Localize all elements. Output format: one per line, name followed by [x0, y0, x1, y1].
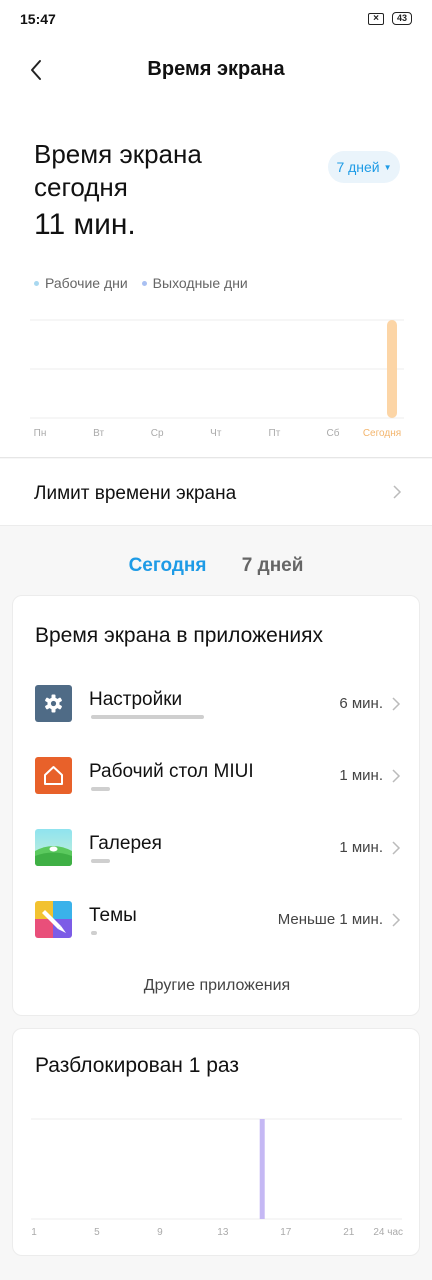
- x-tick-label: 17: [280, 1227, 292, 1238]
- chart-legend: Рабочие дни Выходные дни: [34, 275, 248, 291]
- chevron-right-icon: [392, 697, 401, 711]
- period-tabs: Сегодня 7 дней: [0, 555, 432, 577]
- x-tick-label: Сегодня: [363, 428, 401, 439]
- themes-brush-icon: [35, 901, 72, 938]
- app-time: 6 мин.: [339, 695, 383, 712]
- weekly-usage-chart: Пн Вт Ср Чт Пт Сб Сегодня: [30, 319, 404, 439]
- summary-title-line2: сегодня: [34, 172, 128, 202]
- app-time: Меньше 1 мин.: [277, 911, 383, 928]
- app-time: 1 мин.: [339, 839, 383, 856]
- status-icons: × 43: [367, 12, 412, 25]
- unlocks-hourly-chart: 1 5 9 13 17 21 24 часа: [31, 1118, 403, 1238]
- app-time: 1 мин.: [339, 767, 383, 784]
- unlocks-title: Разблокирован 1 раз: [35, 1054, 239, 1077]
- screen-time-value: 11 мин.: [34, 208, 136, 241]
- screen-time-limit-row[interactable]: Лимит времени экрана: [0, 459, 432, 526]
- status-bar: 15:47 × 43: [0, 0, 432, 40]
- usage-bar: [91, 931, 97, 935]
- legend-workdays-label: Рабочие дни: [45, 275, 128, 291]
- chevron-right-icon: [392, 913, 401, 927]
- x-tick-label: Сб: [327, 427, 340, 439]
- unlock-bar: [259, 1119, 265, 1219]
- battery-icon: 43: [391, 12, 412, 25]
- app-row-launcher[interactable]: Рабочий стол MIUI 1 мин.: [13, 757, 421, 829]
- app-row-settings[interactable]: Настройки 6 мин.: [13, 685, 421, 757]
- bar-Сегодня: [387, 320, 397, 418]
- x-tick-label: 24 часа: [373, 1227, 403, 1238]
- summary-title: Время экрана сегодня: [34, 138, 202, 204]
- x-tick-label: 13: [217, 1227, 229, 1238]
- legend-weekends-label: Выходные дни: [152, 275, 248, 291]
- chevron-right-icon: [393, 485, 402, 499]
- sim-disabled-icon: ×: [367, 12, 384, 25]
- app-name: Настройки: [89, 689, 183, 710]
- tab-7-days[interactable]: 7 дней: [242, 555, 304, 577]
- chevron-right-icon: [392, 769, 401, 783]
- app-row-gallery[interactable]: Галерея 1 мин.: [13, 829, 421, 901]
- x-tick-label: 21: [343, 1227, 355, 1238]
- usage-bar: [91, 859, 110, 863]
- divider: [0, 457, 432, 458]
- tab-today[interactable]: Сегодня: [129, 555, 207, 577]
- status-time: 15:47: [20, 11, 56, 27]
- range-dropdown-label: 7 дней: [336, 159, 380, 175]
- x-tick-label: Чт: [210, 428, 222, 439]
- limit-label: Лимит времени экрана: [34, 483, 237, 504]
- legend-weekends-dot: [141, 280, 147, 286]
- home-launcher-icon: [35, 757, 72, 794]
- legend-workdays-dot: [34, 280, 39, 286]
- x-tick-label: Пт: [269, 428, 281, 439]
- x-tick-label: 9: [157, 1227, 163, 1238]
- app-row-themes[interactable]: Темы Меньше 1 мин.: [13, 901, 421, 973]
- usage-bar: [91, 715, 204, 719]
- app-name: Галерея: [89, 833, 162, 854]
- x-tick-label: Вт: [93, 428, 104, 439]
- unlocks-card: Разблокирован 1 раз 1 5 9 13 17 21 24 часа: [12, 1028, 420, 1256]
- other-apps-link[interactable]: Другие приложения: [13, 977, 421, 995]
- usage-bar: [91, 787, 110, 791]
- app-name: Темы: [89, 905, 137, 926]
- chevron-right-icon: [392, 841, 401, 855]
- legend-workdays: Рабочие дни: [34, 275, 128, 291]
- legend-weekends: Выходные дни: [141, 275, 248, 291]
- settings-gear-icon: [35, 685, 72, 722]
- gallery-icon: [35, 829, 72, 866]
- x-tick-label: Ср: [151, 428, 164, 439]
- app-name: Рабочий стол MIUI: [89, 761, 254, 782]
- summary-title-line1: Время экрана: [34, 139, 202, 169]
- page-title: Время экрана: [147, 58, 285, 80]
- x-tick-label: 1: [31, 1227, 37, 1238]
- range-dropdown[interactable]: 7 дней ▼: [328, 151, 400, 183]
- x-tick-label: Пн: [34, 428, 47, 439]
- app-usage-title: Время экрана в приложениях: [35, 624, 324, 647]
- caret-down-icon: ▼: [383, 162, 392, 172]
- x-tick-label: 5: [94, 1227, 100, 1238]
- app-usage-card: Время экрана в приложениях Настройки 6 м…: [12, 595, 420, 1016]
